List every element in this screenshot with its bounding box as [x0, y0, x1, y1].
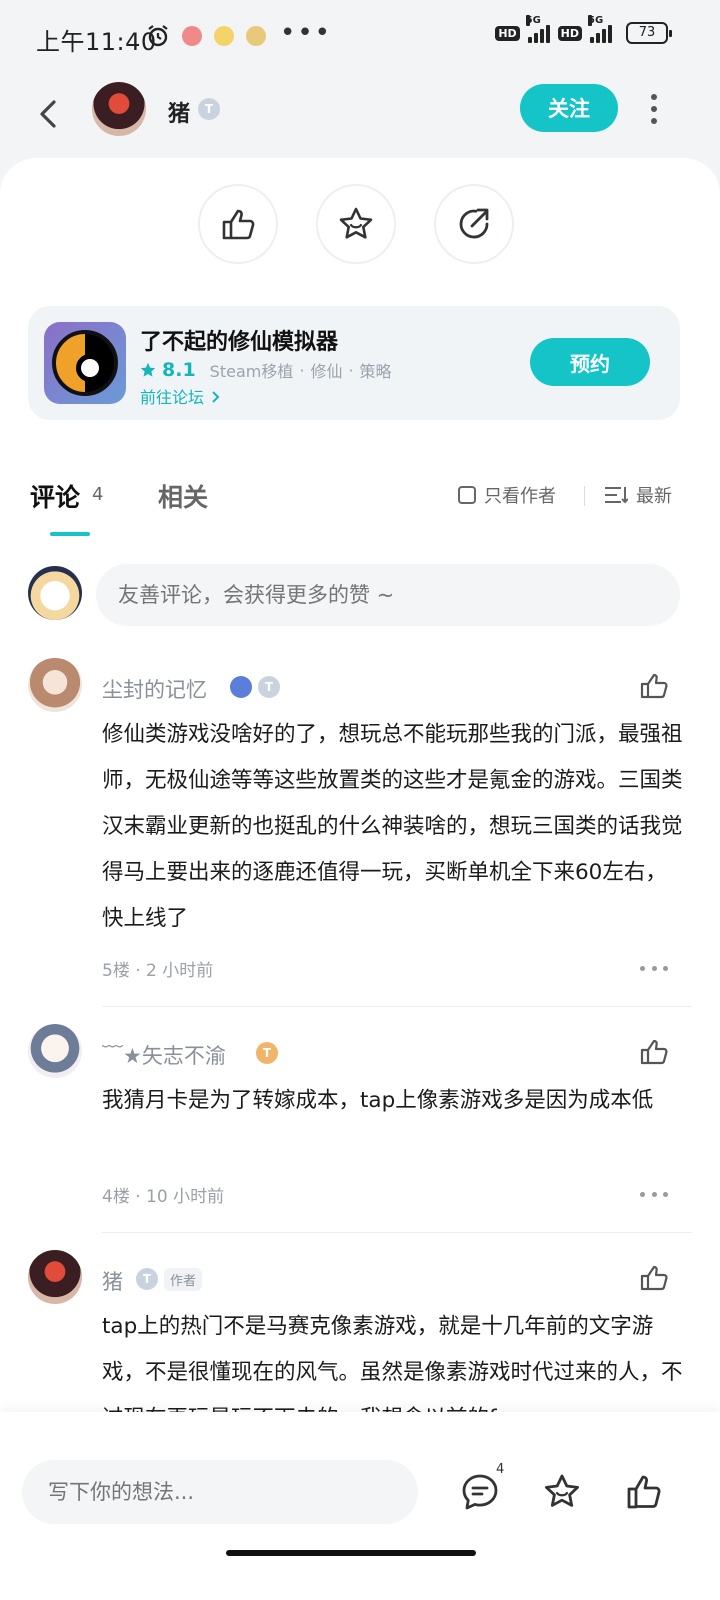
more-notifications-icon: •••	[280, 18, 333, 48]
game-title[interactable]: 了不起的修仙模拟器	[140, 324, 338, 356]
reserve-button[interactable]: 预约	[530, 338, 650, 386]
sort-toggle[interactable]: 最新	[604, 482, 672, 508]
author-avatar[interactable]	[92, 82, 146, 136]
comment-text: 修仙类游戏没啥好的了，想玩总不能玩那些我的门派，最强祖师，无极仙途等等这些放置类…	[102, 722, 683, 931]
share-post-button[interactable]	[434, 184, 514, 264]
comment-meta: 5楼 · 2 小时前	[102, 961, 214, 981]
thumbs-up-icon[interactable]	[624, 1472, 664, 1512]
comment-icon[interactable]	[460, 1472, 500, 1512]
level-badge: T	[198, 98, 220, 120]
tab-related[interactable]: 相关	[158, 478, 208, 514]
comments-count: 4	[92, 484, 104, 505]
star-filled-icon	[140, 362, 156, 377]
only-author-label: 只看作者	[484, 486, 556, 507]
divider	[584, 486, 585, 506]
sort-icon	[605, 487, 628, 504]
game-meta: 8.1 Steam移植 · 修仙 · 策略	[140, 358, 392, 382]
comment-divider	[102, 1232, 692, 1233]
battery-icon: 73	[626, 22, 672, 44]
comment-input[interactable]	[96, 564, 680, 626]
my-avatar	[28, 566, 82, 620]
thumbs-up-icon	[222, 209, 255, 240]
level-badge: T	[136, 1268, 158, 1290]
chevron-right-icon	[212, 391, 220, 403]
verified-like-badge-icon	[230, 676, 252, 698]
back-arrow-icon[interactable]	[30, 94, 70, 134]
level-badge: T	[256, 1042, 278, 1064]
author-name[interactable]: 猪	[168, 96, 190, 128]
notification-icon	[246, 26, 266, 46]
share-icon	[459, 208, 489, 239]
notification-icon	[214, 26, 234, 46]
comment-text: tap上的热门不是马赛克像素游戏，就是十几年前的文字游戏，不是很懂现在的风气。虽…	[102, 1314, 683, 1414]
game-tag: Steam移植	[209, 362, 294, 381]
author-tag: 作者	[164, 1268, 203, 1291]
forum-link[interactable]: 前往论坛	[140, 384, 223, 408]
hd-icon: HD	[495, 25, 520, 41]
hd-icon: HD	[557, 25, 582, 41]
game-card[interactable]: 了不起的修仙模拟器 8.1 Steam移植 · 修仙 · 策略 前往论坛 预约	[28, 306, 680, 420]
comment-count-badge: 4	[496, 1462, 505, 1477]
like-comment-icon[interactable]	[638, 1036, 670, 1068]
active-tab-indicator	[50, 532, 90, 536]
signal-icon: 5G	[525, 15, 550, 43]
commenter-avatar[interactable]	[28, 1250, 82, 1304]
status-bar: 上午11:40 ••• HD 5G HD 5G 73	[0, 0, 720, 76]
tag-separator: ·	[348, 360, 354, 380]
like-comment-icon[interactable]	[638, 670, 670, 702]
tag-separator: ·	[299, 360, 305, 380]
level-badge: T	[258, 676, 280, 698]
comment-more-icon[interactable]	[640, 966, 668, 974]
top-nav: 猪 T 关注	[0, 76, 720, 160]
commenter-name[interactable]: ﹋★矢志不渝	[102, 1040, 226, 1070]
favorite-post-button[interactable]	[316, 184, 396, 264]
comment-more-icon[interactable]	[640, 1192, 668, 1200]
commenter-name[interactable]: 尘封的记忆	[102, 674, 207, 704]
game-score: 8.1	[162, 359, 196, 381]
status-left-icons	[146, 24, 266, 48]
post-actions	[198, 184, 514, 264]
follow-button[interactable]: 关注	[520, 84, 618, 132]
game-tag: 策略	[359, 362, 392, 381]
comment-meta: 4楼 · 10 小时前	[102, 1187, 225, 1207]
comment-text: 我猜月卡是为了转嫁成本，tap上像素游戏多是因为成本低	[102, 1088, 654, 1113]
only-author-toggle[interactable]: 只看作者	[458, 482, 556, 508]
forum-link-label: 前往论坛	[140, 388, 205, 407]
game-icon[interactable]	[44, 322, 126, 404]
tab-comments[interactable]: 评论	[30, 478, 80, 514]
commenter-avatar[interactable]	[28, 1024, 82, 1078]
notification-icon	[182, 26, 202, 46]
signal-icon: 5G	[588, 15, 612, 43]
alarm-icon	[148, 25, 168, 47]
like-post-button[interactable]	[198, 184, 278, 264]
status-right-icons: HD 5G HD 5G 73	[495, 15, 672, 44]
checkbox-icon	[458, 486, 476, 504]
more-options-icon[interactable]	[648, 94, 660, 124]
star-icon[interactable]	[542, 1472, 582, 1512]
commenter-avatar[interactable]	[28, 658, 82, 712]
game-tag: 修仙	[310, 362, 343, 381]
write-thought-input[interactable]	[22, 1460, 418, 1524]
sort-label: 最新	[636, 486, 672, 507]
like-comment-icon[interactable]	[638, 1262, 670, 1294]
home-indicator[interactable]	[226, 1550, 476, 1556]
comment-divider	[102, 1006, 692, 1007]
status-time: 上午11:40	[36, 28, 157, 56]
star-icon	[339, 207, 373, 239]
commenter-name[interactable]: 猪	[102, 1266, 123, 1296]
